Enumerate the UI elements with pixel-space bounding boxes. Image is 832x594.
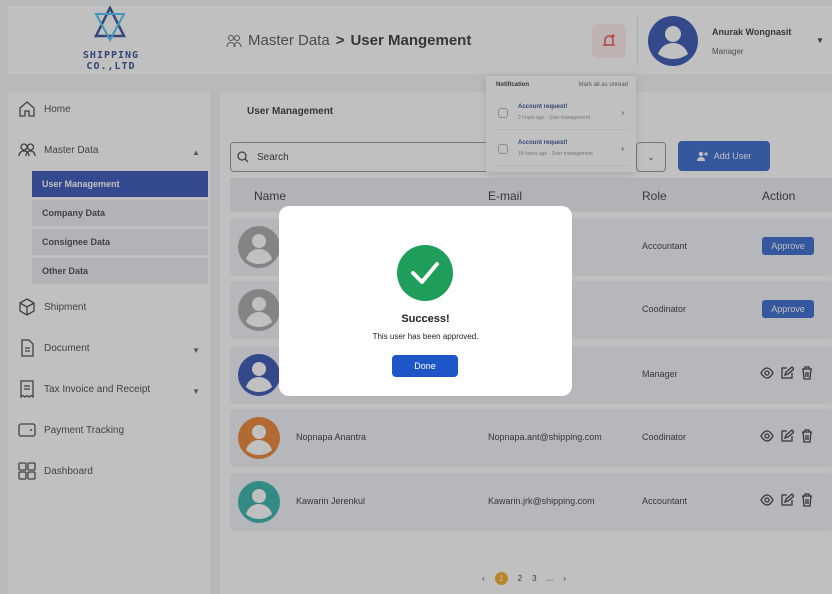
check-icon — [411, 262, 439, 284]
check-circle-icon — [397, 245, 453, 301]
success-modal: Success! This user has been approved. Do… — [279, 206, 572, 396]
modal-title: Success! — [401, 313, 450, 325]
done-button[interactable]: Done — [392, 355, 458, 377]
modal-message: This user has been approved. — [372, 332, 479, 341]
